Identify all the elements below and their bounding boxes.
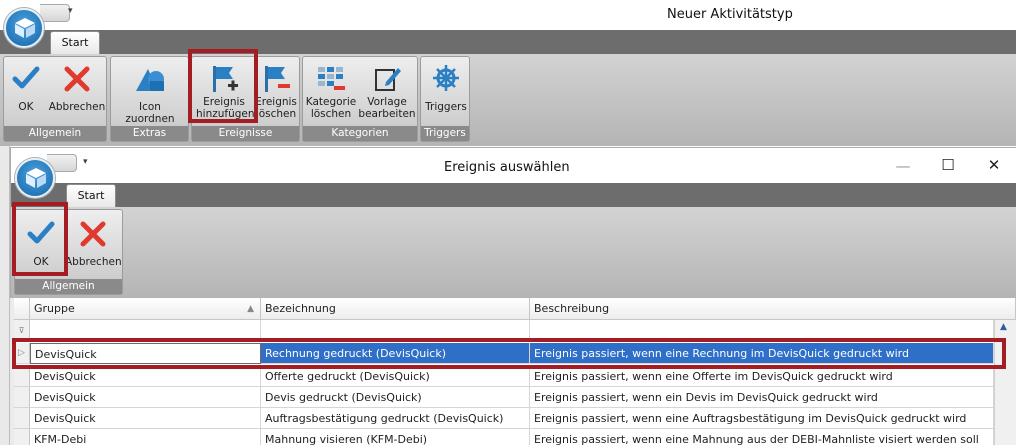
ereignis-loeschen-label-2: löschen [255, 108, 297, 120]
column-beschreibung-label: Beschreibung [534, 302, 610, 315]
main-titlebar: Neuer Aktivitätstyp [0, 0, 1016, 30]
main-quick-access-button[interactable] [40, 4, 70, 22]
cube-icon [26, 168, 46, 188]
column-header-gruppe[interactable]: Gruppe ▲ [30, 298, 261, 320]
event-grid: Gruppe ▲ Bezeichnung Beschreibung ⊽ ▷ De… [12, 298, 1016, 445]
table-row[interactable]: DevisQuick Devis gedruckt (DevisQuick) E… [14, 387, 994, 408]
cell-gruppe[interactable]: DevisQuick [30, 408, 261, 429]
cell-beschreibung[interactable]: Ereignis passiert, wenn eine Offerte im … [530, 366, 994, 387]
flag-remove-icon [265, 66, 290, 92]
cell-bezeichnung[interactable]: Mahnung visieren (KFM-Debi) [261, 429, 530, 445]
column-gruppe-label: Gruppe [34, 302, 75, 315]
main-window-title: Neuer Aktivitätstyp [667, 7, 793, 22]
table-row[interactable]: DevisQuick Auftragsbestätigung gedruckt … [14, 408, 994, 429]
dialog-tab-start[interactable]: Start [66, 184, 116, 207]
group-triggers: Triggers Triggers [420, 56, 470, 142]
minimize-button[interactable]: — [888, 157, 918, 175]
dialog-cancel-label: Abbrechen [65, 256, 122, 268]
main-ribbon: OK Abbrechen Allgemein Icon zuordnen Ext… [0, 49, 1016, 146]
vorlage-bearbeiten-button[interactable]: Vorlage bearbeiten [358, 59, 416, 125]
dialog-tabstrip: Start [11, 183, 1016, 207]
cube-icon [15, 18, 35, 38]
dialog-cancel-button[interactable]: Abbrechen [65, 212, 122, 278]
edit-icon [375, 68, 401, 91]
sort-ascending-icon: ▲ [247, 304, 254, 314]
cell-bezeichnung[interactable]: Offerte gedruckt (DevisQuick) [261, 366, 530, 387]
table-row[interactable]: KFM-Debi Mahnung visieren (KFM-Debi) Ere… [14, 429, 994, 445]
ereignis-loeschen-label-1: Ereignis [255, 96, 297, 108]
column-header-beschreibung[interactable]: Beschreibung [530, 298, 1016, 320]
group-label-allgemein: Allgemein [4, 126, 106, 141]
cross-icon [80, 221, 106, 247]
cell-bezeichnung[interactable]: Devis gedruckt (DevisQuick) [261, 387, 530, 408]
main-app-logo[interactable] [4, 8, 44, 48]
triggers-button[interactable]: Triggers [423, 59, 469, 125]
highlight-dialog-ok [12, 202, 68, 276]
cell-beschreibung[interactable]: Ereignis passiert, wenn eine Mahnung aus… [530, 429, 994, 445]
cell-beschreibung[interactable]: Ereignis passiert, wenn eine Auftragsbes… [530, 408, 994, 429]
check-icon [12, 66, 40, 89]
main-content-edge [0, 146, 10, 445]
grid-remove-icon [318, 67, 345, 90]
grid-corner [14, 298, 30, 320]
icon-zuordnen-button[interactable]: Icon zuordnen [113, 59, 187, 125]
group-label-extras: Extras [111, 126, 188, 141]
cross-icon [64, 66, 90, 92]
group-extras: Icon zuordnen Extras [110, 56, 189, 142]
main-tab-start[interactable]: Start [50, 31, 100, 54]
cell-beschreibung[interactable]: Ereignis passiert, wenn ein Devis im Dev… [530, 387, 994, 408]
close-button[interactable]: ✕ [979, 156, 1009, 174]
column-bezeichnung-label: Bezeichnung [265, 302, 336, 315]
row-indicator [14, 408, 30, 429]
cell-bezeichnung[interactable]: Auftragsbestätigung gedruckt (DevisQuick… [261, 408, 530, 429]
cell-gruppe[interactable]: DevisQuick [30, 387, 261, 408]
group-label-ereignisse: Ereignisse [192, 126, 299, 141]
row-indicator [14, 366, 30, 387]
table-row[interactable]: DevisQuick Offerte gedruckt (DevisQuick)… [14, 366, 994, 387]
vorlage-bearbeiten-label-2: bearbeiten [358, 108, 416, 120]
ok-button-label: OK [18, 101, 34, 113]
row-indicator [14, 429, 30, 445]
scroll-up-arrow-icon[interactable]: ▲ [1000, 322, 1007, 332]
shapes-icon [136, 69, 164, 91]
triggers-label: Triggers [425, 101, 467, 113]
dialog-quick-access-arrow-icon[interactable]: ▾ [83, 157, 88, 167]
main-tabstrip: Start [0, 30, 1016, 54]
maximize-button[interactable]: ☐ [933, 156, 963, 174]
group-label-triggers: Triggers [421, 126, 469, 141]
kategorie-loeschen-label-1: Kategorie [305, 96, 357, 108]
highlight-selected-row [12, 338, 1006, 369]
dialog-group-label-allgemein: Allgemein [15, 279, 122, 294]
kategorie-loeschen-label-2: löschen [310, 108, 352, 120]
group-allgemein: OK Abbrechen Allgemein [3, 56, 107, 142]
ship-wheel-icon [433, 65, 459, 91]
dialog-ribbon: OK Abbrechen Allgemein [11, 202, 1016, 299]
highlight-ereignis-hinzufuegen [188, 49, 258, 123]
kategorie-loeschen-button[interactable]: Kategorie löschen [305, 59, 357, 125]
vorlage-bearbeiten-label-1: Vorlage [367, 96, 407, 108]
cell-gruppe[interactable]: KFM-Debi [30, 429, 261, 445]
dialog-app-logo[interactable] [15, 158, 55, 198]
row-indicator [14, 387, 30, 408]
group-kategorien: Kategorie löschen Vorlage bearbeiten Kat… [302, 56, 418, 142]
main-quick-access-arrow-icon[interactable]: ▾ [68, 6, 73, 16]
ok-button[interactable]: OK [7, 59, 45, 125]
dialog-title: Ereignis auswählen [444, 160, 570, 175]
cell-gruppe[interactable]: DevisQuick [30, 366, 261, 387]
ereignis-loeschen-button[interactable]: Ereignis löschen [254, 59, 298, 125]
group-label-kategorien: Kategorien [303, 126, 417, 141]
cancel-button-label: Abbrechen [48, 101, 106, 113]
icon-zuordnen-label: Icon zuordnen [125, 101, 175, 125]
column-header-bezeichnung[interactable]: Bezeichnung [261, 298, 530, 320]
cancel-button[interactable]: Abbrechen [48, 59, 106, 125]
